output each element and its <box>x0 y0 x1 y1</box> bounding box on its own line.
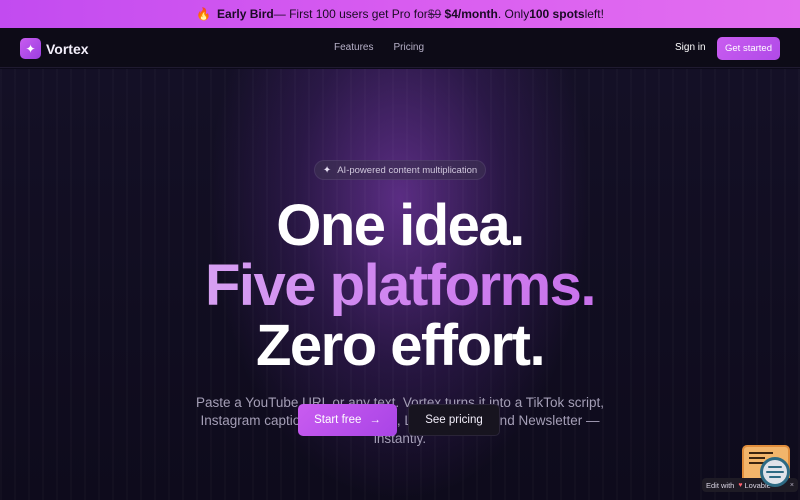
sparkle-logo-icon: ✦ <box>20 38 41 59</box>
hero-subtitle: Paste a YouTube URL or any text. Vortex … <box>196 395 604 446</box>
brand-name: Vortex <box>46 40 89 57</box>
get-started-button[interactable]: Get started <box>717 37 780 60</box>
badge-text: AI-powered content multiplication <box>337 164 478 176</box>
promo-text-after: left! <box>584 7 604 21</box>
sign-in-link[interactable]: Sign in <box>675 42 706 53</box>
start-free-label: Start free <box>314 414 362 426</box>
headline-line-3: Zero effort. <box>255 313 546 378</box>
nav-link-features[interactable]: Features <box>334 42 373 53</box>
top-nav: ✦ Vortex Features Pricing Sign in <box>0 28 800 68</box>
start-free-button[interactable]: Start free → <box>298 404 397 436</box>
see-pricing-button[interactable]: See pricing <box>408 404 500 436</box>
hero-section: ✦ AI-powered content multiplication One … <box>0 69 800 500</box>
promo-label: Early Bird <box>217 7 274 21</box>
nav-links: Features Pricing <box>334 42 424 53</box>
headline-line-2: Five platforms. <box>0 256 800 316</box>
close-icon[interactable]: × <box>790 482 794 489</box>
heart-icon: ♥ <box>738 481 743 489</box>
promo-text-before: — First 100 users get Pro for <box>273 7 428 21</box>
brand-logo[interactable]: ✦ Vortex <box>20 38 89 59</box>
nav-link-pricing[interactable]: Pricing <box>393 42 424 53</box>
chat-icon[interactable] <box>760 457 790 487</box>
promo-spots: 100 spots <box>529 7 585 21</box>
promo-new-price: $4/month <box>444 7 498 21</box>
promo-old-price: $9 <box>427 7 442 21</box>
sparkle-icon: ✦ <box>322 164 332 176</box>
promo-text-middle: . Only <box>497 7 530 21</box>
fire-icon: 🔥 <box>196 7 212 21</box>
headline-line-1: One idea. <box>276 193 525 258</box>
lovable-label: Edit with <box>706 480 735 490</box>
hero-headline: One idea. Five platforms. Zero effort. <box>0 196 800 376</box>
feature-badge: ✦ AI-powered content multiplication <box>314 160 486 180</box>
promo-banner: 🔥 Early Bird — First 100 users get Pro f… <box>0 0 800 28</box>
arrow-right-icon: → <box>369 414 381 426</box>
